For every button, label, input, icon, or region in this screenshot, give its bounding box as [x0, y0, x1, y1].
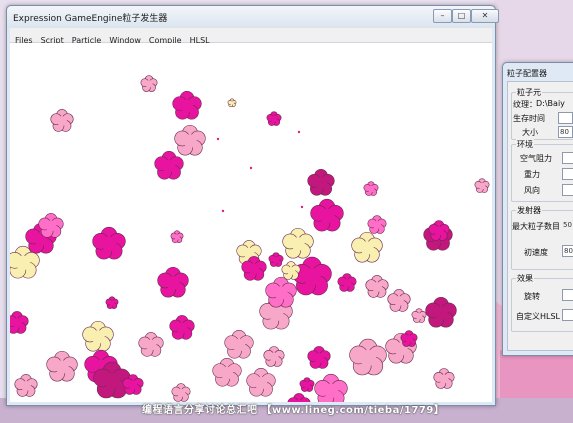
flower-particle: [268, 252, 284, 267]
group-environment-label: 环境: [516, 139, 534, 150]
group-element: 粒子元 纹理： D:\Baiy 生存时间 大小 80: [511, 87, 573, 140]
particle-dot: [300, 205, 304, 209]
texture-label: 纹理：: [513, 100, 537, 109]
wind-label: 风向: [524, 186, 540, 195]
group-effects-label: 效果: [516, 273, 534, 284]
flower-particle: [282, 227, 314, 259]
group-emitter: 发射器 最大粒子数目 50 初速度 80: [511, 205, 573, 270]
custom-hlsl-input[interactable]: [562, 309, 573, 321]
flower-particle: [10, 311, 29, 334]
flower-particle: [307, 169, 335, 196]
flower-particle: [387, 289, 411, 312]
flower-particle: [351, 231, 383, 263]
flower-particle: [400, 330, 418, 347]
flower-particle: [314, 373, 348, 402]
flower-particle: [169, 315, 195, 340]
flower-particle: [411, 308, 427, 323]
flower-particle: [433, 368, 455, 389]
flower-particle: [138, 332, 164, 357]
minimize-button[interactable]: –: [433, 9, 452, 23]
air-resistance-label: 空气阻力: [520, 154, 552, 163]
flower-particle: [227, 98, 237, 108]
group-effects: 效果 旋转 自定义HLSL: [511, 273, 573, 332]
flower-particle: [82, 320, 114, 352]
flower-particle: [50, 109, 74, 132]
max-particles-label: 最大粒子数目: [512, 222, 560, 231]
flower-particle: [367, 215, 387, 234]
particle-render: [10, 75, 490, 402]
flower-particle: [140, 75, 158, 92]
flower-particle: [263, 346, 285, 367]
texture-value: D:\Baiy: [536, 99, 565, 108]
flower-particle: [349, 338, 387, 376]
flower-particle: [172, 90, 202, 120]
flower-particle: [154, 151, 184, 180]
flower-particle: [307, 346, 331, 369]
maximize-button[interactable]: □: [452, 9, 471, 23]
size-label: 大小: [522, 128, 538, 137]
flower-particle: [38, 213, 64, 238]
lifetime-label: 生存时间: [513, 114, 545, 123]
gravity-label: 重力: [524, 170, 540, 179]
flower-particle: [281, 261, 301, 280]
main-window: Expression GameEngine粒子发生器 – □ ✕ Files Sc…: [6, 5, 499, 406]
group-environment: 环境 空气阻力 重力 风向: [511, 139, 573, 202]
flower-particle: [363, 181, 379, 196]
menu-bar: Files Script Particle Window Compile HLSL: [10, 28, 492, 45]
flower-particle: [246, 367, 276, 397]
lifetime-input[interactable]: [558, 112, 573, 124]
flower-particle: [14, 374, 38, 397]
size-input[interactable]: 80: [558, 126, 573, 138]
particle-dot: [221, 209, 225, 213]
group-emitter-label: 发射器: [516, 205, 542, 216]
air-resistance-input[interactable]: [562, 152, 573, 164]
flower-particle: [157, 266, 189, 298]
flower-particle: [212, 357, 242, 387]
flower-particle: [428, 220, 450, 241]
rotate-checkbox[interactable]: [562, 289, 573, 301]
particle-dot: [249, 166, 253, 170]
dialog-body: 粒子元 纹理： D:\Baiy 生存时间 大小 80 环境 空气阻力 重力 风向…: [507, 81, 573, 351]
gravity-input[interactable]: [562, 168, 573, 180]
dialog-title: 粒子配置器: [507, 69, 547, 78]
max-particles-value[interactable]: 50: [562, 220, 573, 230]
flower-particle: [310, 198, 344, 232]
wind-input[interactable]: [562, 184, 573, 196]
flower-particle: [337, 273, 357, 292]
flower-particle: [171, 383, 191, 402]
flower-particle: [266, 111, 282, 126]
particle-config-dialog: 粒子配置器 粒子元 纹理： D:\Baiy 生存时间 大小 80 环境 空气阻力…: [502, 62, 573, 356]
custom-hlsl-label: 自定义HLSL: [516, 312, 561, 321]
flower-particle: [425, 296, 457, 328]
initial-speed-label: 初速度: [524, 248, 548, 257]
particle-dot: [297, 130, 301, 134]
flower-particle: [46, 350, 78, 382]
flower-particle: [265, 276, 297, 308]
flower-particle: [105, 296, 119, 309]
rotate-label: 旋转: [524, 292, 540, 301]
close-button[interactable]: ✕: [471, 9, 499, 23]
flower-particle: [174, 124, 206, 156]
group-element-label: 粒子元: [516, 87, 542, 98]
particle-canvas[interactable]: [10, 43, 492, 402]
flower-particle: [92, 226, 126, 260]
flower-particle: [224, 329, 254, 359]
flower-particle: [299, 377, 315, 392]
flower-particle: [365, 275, 389, 298]
flower-particle: [170, 230, 184, 243]
window-title: Expression GameEngine粒子发生器: [13, 14, 168, 24]
flower-particle: [474, 178, 490, 193]
initial-speed-input[interactable]: 80: [562, 245, 573, 257]
title-bar[interactable]: Expression GameEngine粒子发生器 – □ ✕: [7, 6, 499, 28]
watermark-text: 编程语言分享讨论总汇吧 【www.lineg.com/tieba/1779】: [142, 405, 445, 416]
particle-dot: [216, 137, 220, 141]
